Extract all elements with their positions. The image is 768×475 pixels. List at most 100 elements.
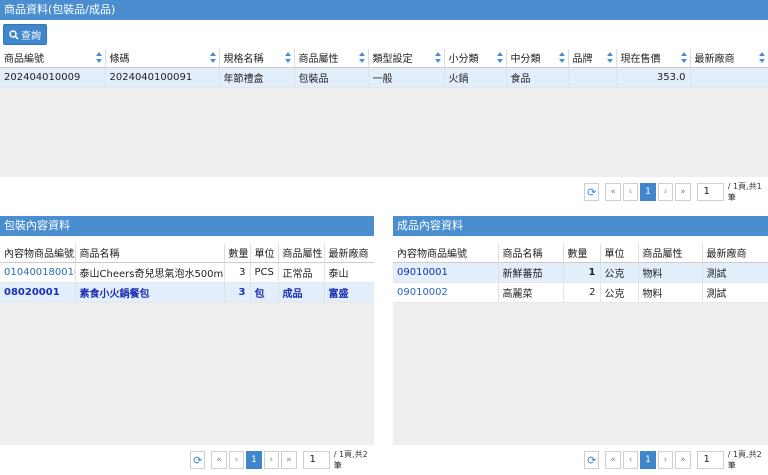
finished-content-title: 成品內容資料	[393, 216, 768, 236]
prev-page-button[interactable]: ‹	[622, 451, 639, 469]
col-header-unit[interactable]: 單位	[600, 244, 639, 263]
sort-icon[interactable]	[680, 52, 687, 64]
col-header-content-no[interactable]: 內容物商品編號	[0, 244, 76, 263]
first-page-button[interactable]: «	[211, 451, 227, 469]
finished-grid-header: 內容物商品編號 商品名稱 數量 單位 商品屬性 最新廠商	[393, 244, 768, 263]
query-button-label: 查詢	[21, 31, 41, 42]
next-page-button[interactable]: ›	[263, 451, 280, 469]
page-input[interactable]: 1	[696, 451, 724, 469]
finished-content-panel: 成品內容資料 內容物商品編號 商品名稱 數量 單位 商品屬性 最新廠商 0901…	[393, 216, 768, 475]
cell-price: 353.0	[616, 67, 691, 88]
col-header-attribute[interactable]: 商品屬性	[638, 244, 703, 263]
cell-quantity: 3	[224, 262, 251, 283]
sort-icon[interactable]	[358, 52, 365, 64]
page-total-label: / 1頁,共2筆	[333, 450, 368, 470]
next-page-button[interactable]: ›	[657, 183, 674, 201]
page-total-label: / 1頁,共1筆	[727, 182, 762, 202]
sort-icon[interactable]	[434, 52, 441, 64]
col-header-attribute[interactable]: 商品屬性	[278, 244, 325, 263]
col-header-type[interactable]: 類型設定	[368, 49, 445, 68]
last-page-button[interactable]: »	[281, 451, 297, 469]
cell-product-no: 202404010009	[0, 67, 106, 88]
first-page-button[interactable]: «	[605, 451, 621, 469]
cell-vendor: 泰山	[324, 262, 374, 283]
col-header-quantity[interactable]: 數量	[224, 244, 251, 263]
finished-pager: ⟳ « ‹ 1 › » 1 / 1頁,共2筆	[584, 450, 768, 470]
col-header-price[interactable]: 現在售價	[616, 49, 691, 68]
product-pager: ⟳ « ‹ 1 › » 1 / 1頁,共1筆	[584, 182, 768, 202]
cell-quantity: 3	[224, 282, 251, 303]
product-grid: 商品編號 條碼 規格名稱 商品屬性 類型設定 小分類 中分類 品牌 現在售價 最…	[0, 49, 768, 177]
cell-product-name: 高麗菜	[498, 282, 564, 303]
page-number-button[interactable]: 1	[246, 451, 262, 469]
sort-icon[interactable]	[95, 52, 102, 64]
cell-content-no-link[interactable]: 09010002	[393, 282, 499, 303]
refresh-button[interactable]: ⟳	[584, 183, 600, 201]
cell-content-no-link[interactable]: 010400180010	[0, 262, 76, 283]
cell-attribute: 物料	[638, 262, 703, 283]
page-number-button[interactable]: 1	[640, 451, 656, 469]
table-row[interactable]: 010400180010 泰山Cheers奇兒思氣泡水500ml 3 PCS 正…	[0, 262, 374, 283]
col-header-quantity[interactable]: 數量	[563, 244, 601, 263]
refresh-button[interactable]: ⟳	[190, 451, 206, 469]
refresh-button[interactable]: ⟳	[584, 451, 600, 469]
first-page-button[interactable]: «	[605, 183, 621, 201]
page-input[interactable]: 1	[302, 451, 330, 469]
sort-icon[interactable]	[758, 52, 765, 64]
sort-icon[interactable]	[496, 52, 503, 64]
query-button[interactable]: 查詢	[3, 24, 47, 45]
cell-quantity: 2	[563, 282, 601, 303]
sort-icon[interactable]	[284, 52, 291, 64]
col-header-vendor[interactable]: 最新廠商	[324, 244, 374, 263]
cell-unit: 公克	[600, 262, 639, 283]
package-content-panel: 包裝內容資料 內容物商品編號 商品名稱 數量 單位 商品屬性 最新廠商 0104…	[0, 216, 374, 475]
col-header-product-name[interactable]: 商品名稱	[75, 244, 225, 263]
cell-unit: 公克	[600, 282, 639, 303]
next-page-button[interactable]: ›	[657, 451, 674, 469]
page-total-label: / 1頁,共2筆	[727, 450, 762, 470]
cell-product-name: 新鮮蕃茄	[498, 262, 564, 283]
cell-content-no-link[interactable]: 09010001	[393, 262, 499, 283]
col-header-attribute[interactable]: 商品屬性	[294, 49, 369, 68]
cell-product-name: 泰山Cheers奇兒思氣泡水500ml	[75, 262, 225, 283]
col-header-spec-name[interactable]: 規格名稱	[219, 49, 295, 68]
product-panel: 商品資料(包裝品/成品) 查詢 商品編號 條碼 規格名稱 商品屬性 類型設定 小…	[0, 0, 768, 212]
sort-icon[interactable]	[558, 52, 565, 64]
cell-attribute: 正常品	[278, 262, 325, 283]
search-icon	[9, 29, 19, 40]
prev-page-button[interactable]: ‹	[622, 183, 639, 201]
cell-brand	[568, 67, 617, 88]
col-header-mid-category[interactable]: 中分類	[506, 49, 569, 68]
table-row[interactable]: 08020001 素食小火鍋餐包 3 包 成品 富盛	[0, 282, 374, 303]
last-page-button[interactable]: »	[675, 183, 691, 201]
col-header-barcode[interactable]: 條碼	[105, 49, 220, 68]
package-pager: ⟳ « ‹ 1 › » 1 / 1頁,共2筆	[190, 450, 374, 470]
col-header-brand[interactable]: 品牌	[568, 49, 617, 68]
finished-content-grid: 內容物商品編號 商品名稱 數量 單位 商品屬性 最新廠商 09010001 新鮮…	[393, 244, 768, 445]
table-row[interactable]: 09010002 高麗菜 2 公克 物料 測試	[393, 282, 768, 303]
col-header-product-no[interactable]: 商品編號	[0, 49, 106, 68]
sort-icon[interactable]	[606, 52, 613, 64]
cell-vendor: 測試	[702, 282, 768, 303]
col-header-product-name[interactable]: 商品名稱	[498, 244, 564, 263]
cell-attribute: 成品	[278, 282, 325, 303]
cell-sub-category: 火鍋	[444, 67, 507, 88]
col-header-sub-category[interactable]: 小分類	[444, 49, 507, 68]
col-header-vendor[interactable]: 最新廠商	[690, 49, 768, 68]
product-panel-title: 商品資料(包裝品/成品)	[0, 0, 768, 20]
refresh-icon: ⟳	[587, 453, 597, 467]
sort-icon[interactable]	[209, 52, 216, 64]
last-page-button[interactable]: »	[675, 451, 691, 469]
cell-unit: 包	[250, 282, 279, 303]
prev-page-button[interactable]: ‹	[228, 451, 245, 469]
table-row[interactable]: 09010001 新鮮蕃茄 1 公克 物料 測試	[393, 262, 768, 283]
col-header-unit[interactable]: 單位	[250, 244, 279, 263]
col-header-vendor[interactable]: 最新廠商	[702, 244, 768, 263]
page-input[interactable]: 1	[696, 183, 724, 201]
col-header-content-no[interactable]: 內容物商品編號	[393, 244, 499, 263]
cell-attribute: 物料	[638, 282, 703, 303]
product-grid-header: 商品編號 條碼 規格名稱 商品屬性 類型設定 小分類 中分類 品牌 現在售價 最…	[0, 49, 768, 68]
page-number-button[interactable]: 1	[640, 183, 656, 201]
cell-content-no-link[interactable]: 08020001	[0, 282, 76, 303]
table-row[interactable]: 202404010009 2024040100091 年節禮盒 包裝品 一般 火…	[0, 67, 768, 88]
